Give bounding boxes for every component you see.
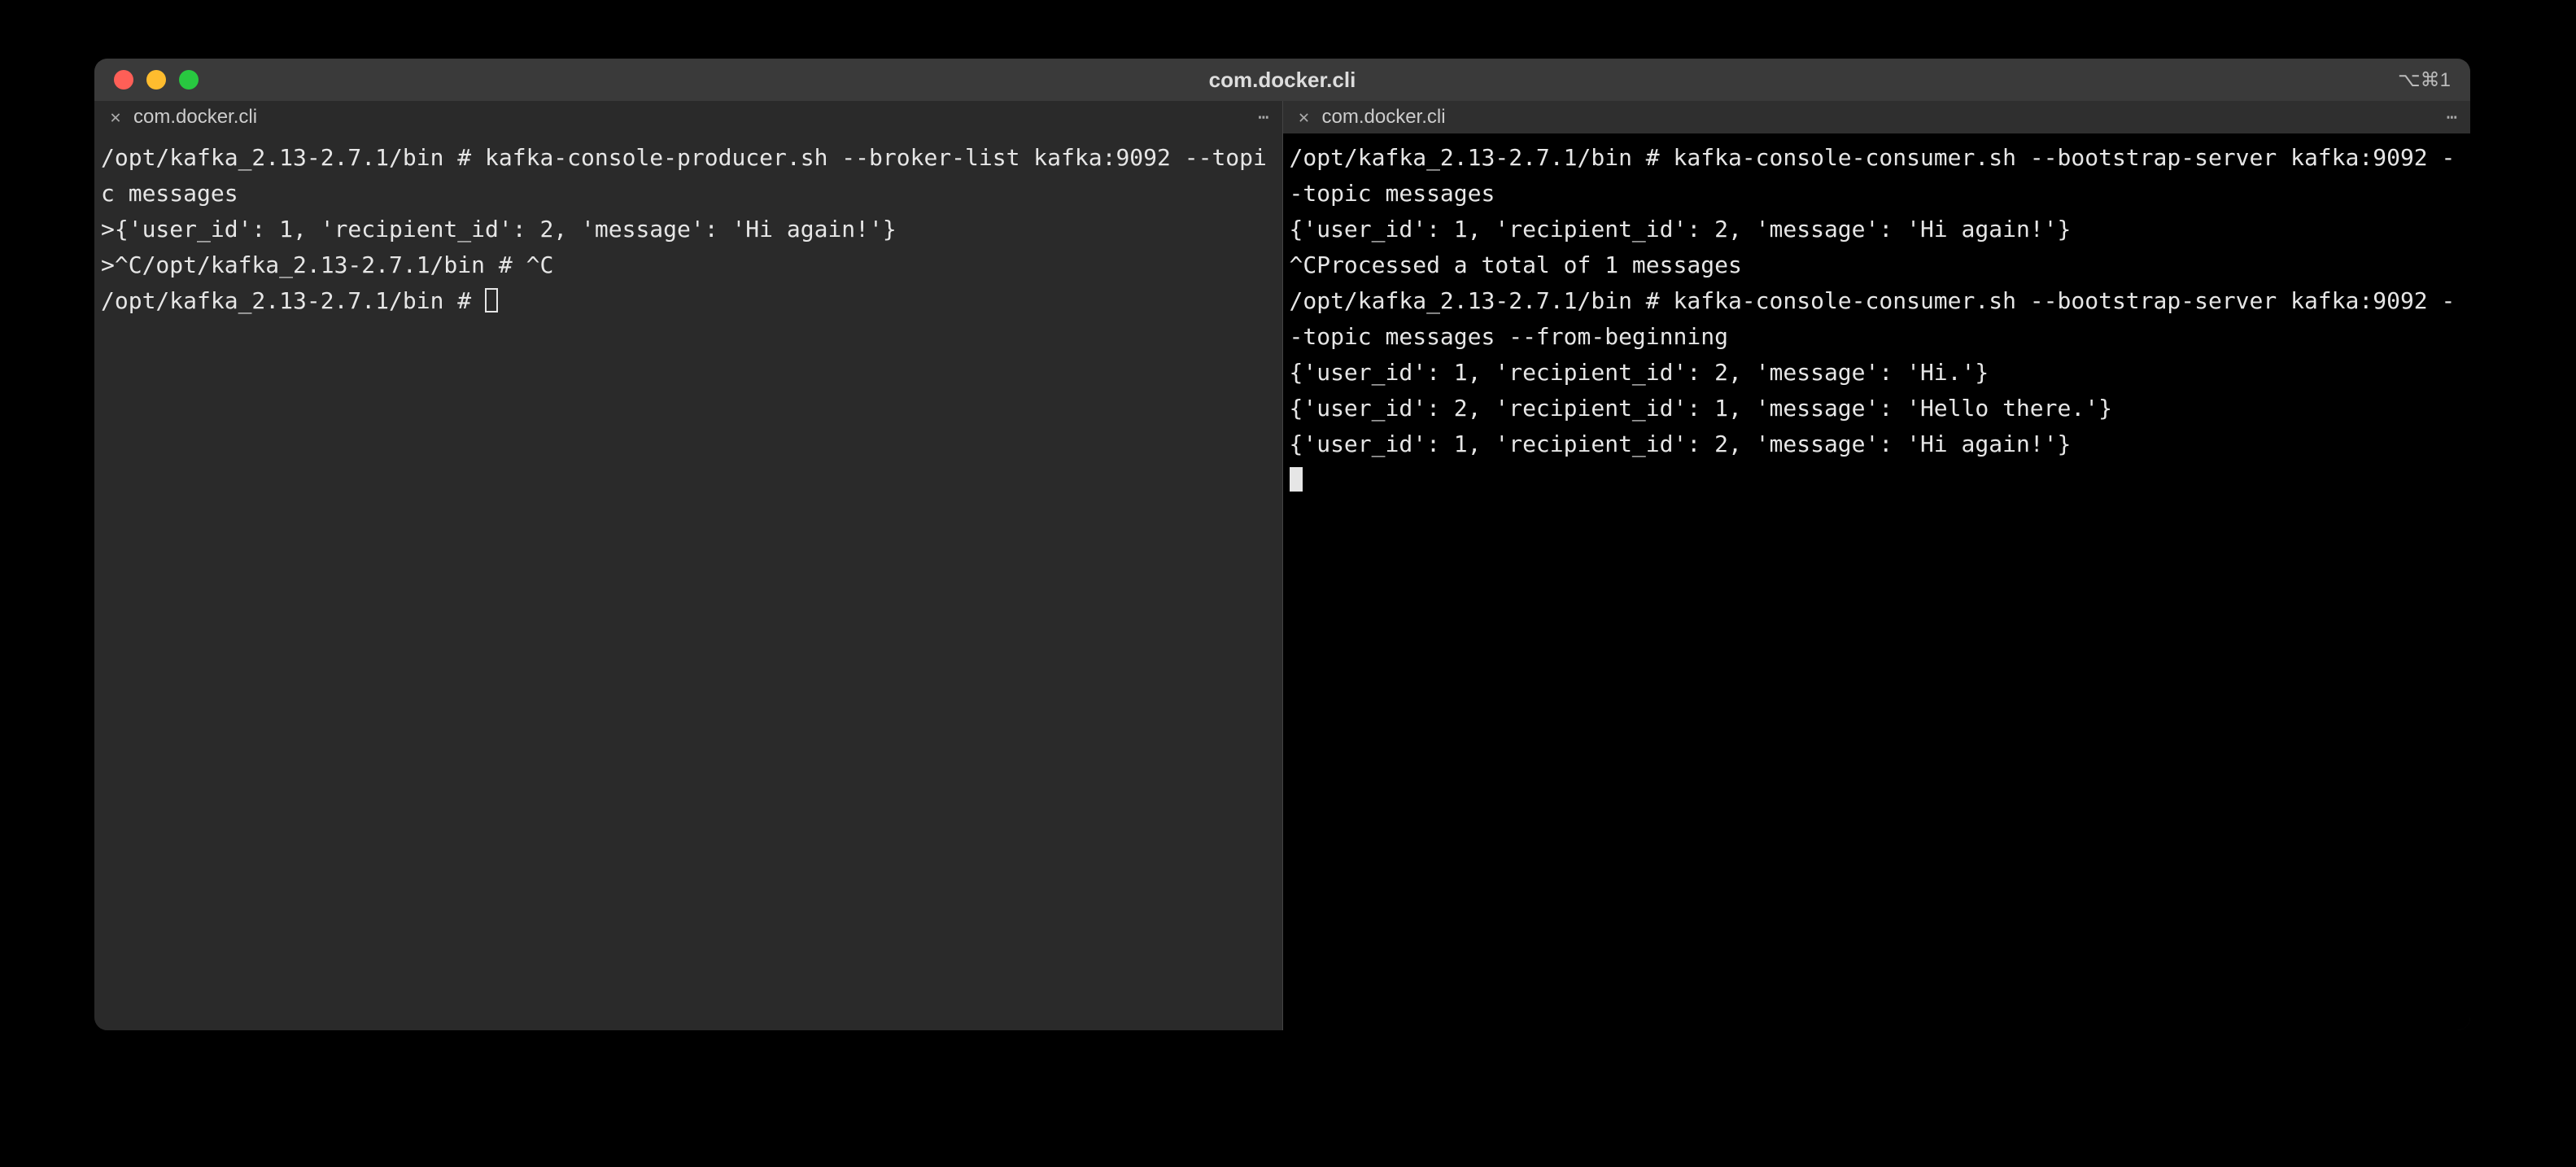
window-minimize-button[interactable] bbox=[146, 70, 166, 90]
terminal-line: {'user_id': 1, 'recipient_id': 2, 'messa… bbox=[1290, 216, 2072, 243]
terminal-line: ^CProcessed a total of 1 messages bbox=[1290, 251, 1742, 278]
terminal-window: com.docker.cli ⌥⌘1 ✕ com.docker.cli ⋯ /o… bbox=[94, 59, 2470, 1030]
window-shortcut-hint: ⌥⌘1 bbox=[2398, 68, 2451, 92]
traffic-lights bbox=[94, 70, 199, 90]
terminal-line: >^C/opt/kafka_2.13-2.7.1/bin # ^C bbox=[101, 251, 553, 278]
right-terminal-output[interactable]: /opt/kafka_2.13-2.7.1/bin # kafka-consol… bbox=[1283, 133, 2471, 1030]
left-terminal-output[interactable]: /opt/kafka_2.13-2.7.1/bin # kafka-consol… bbox=[94, 133, 1282, 1030]
terminal-line: /opt/kafka_2.13-2.7.1/bin # kafka-consol… bbox=[1290, 287, 2456, 350]
right-pane[interactable]: ✕ com.docker.cli ⋯ /opt/kafka_2.13-2.7.1… bbox=[1282, 101, 2471, 1030]
terminal-line: /opt/kafka_2.13-2.7.1/bin # kafka-consol… bbox=[1290, 144, 2456, 207]
right-tabbar: ✕ com.docker.cli ⋯ bbox=[1283, 101, 2471, 133]
cursor-icon bbox=[485, 288, 498, 313]
titlebar[interactable]: com.docker.cli ⌥⌘1 bbox=[94, 59, 2470, 101]
more-icon[interactable]: ⋯ bbox=[1258, 107, 1268, 128]
window-close-button[interactable] bbox=[114, 70, 133, 90]
close-icon[interactable]: ✕ bbox=[104, 107, 127, 128]
terminal-line: {'user_id': 2, 'recipient_id': 1, 'messa… bbox=[1290, 395, 2112, 422]
left-pane[interactable]: ✕ com.docker.cli ⋯ /opt/kafka_2.13-2.7.1… bbox=[94, 101, 1282, 1030]
terminal-line: /opt/kafka_2.13-2.7.1/bin # kafka-consol… bbox=[101, 144, 1267, 207]
split-panes: ✕ com.docker.cli ⋯ /opt/kafka_2.13-2.7.1… bbox=[94, 101, 2470, 1030]
terminal-line: {'user_id': 1, 'recipient_id': 2, 'messa… bbox=[1290, 431, 2072, 457]
terminal-line: >{'user_id': 1, 'recipient_id': 2, 'mess… bbox=[101, 216, 897, 243]
close-icon[interactable]: ✕ bbox=[1293, 107, 1316, 128]
left-tabbar: ✕ com.docker.cli ⋯ bbox=[94, 101, 1282, 133]
terminal-line: {'user_id': 1, 'recipient_id': 2, 'messa… bbox=[1290, 359, 1989, 386]
window-title: com.docker.cli bbox=[94, 68, 2470, 93]
window-maximize-button[interactable] bbox=[179, 70, 199, 90]
cursor-icon bbox=[1290, 467, 1303, 492]
left-tab-label[interactable]: com.docker.cli bbox=[133, 106, 257, 129]
right-tab-label[interactable]: com.docker.cli bbox=[1322, 106, 1446, 129]
terminal-line: /opt/kafka_2.13-2.7.1/bin # bbox=[101, 287, 485, 314]
more-icon[interactable]: ⋯ bbox=[2447, 107, 2457, 128]
